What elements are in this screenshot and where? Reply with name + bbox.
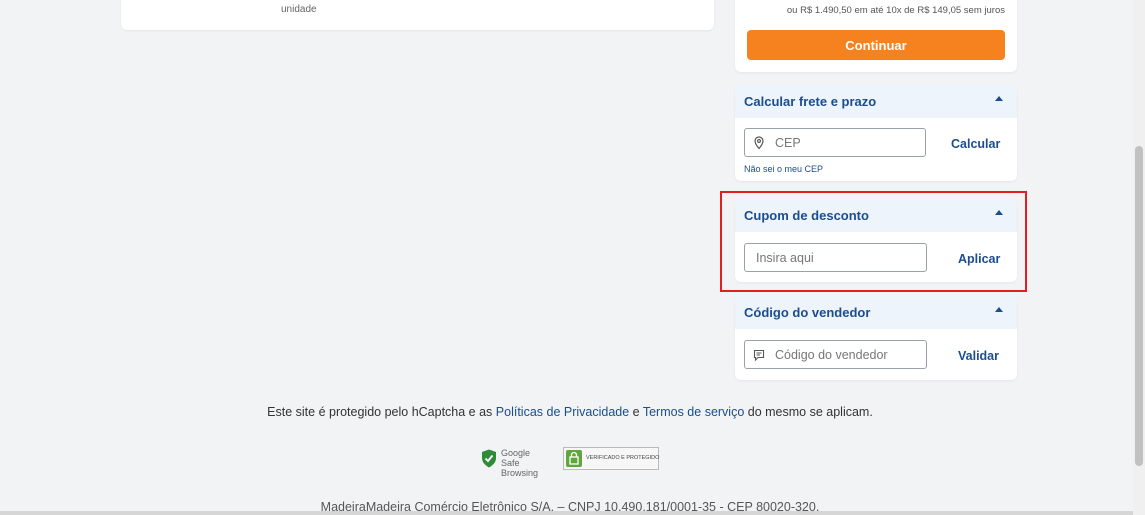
cep-input[interactable] bbox=[745, 129, 925, 156]
calculate-button[interactable]: Calcular bbox=[945, 136, 1006, 152]
seller-code-section-title: Código do vendedor bbox=[744, 305, 871, 320]
google-badge-line1: Google bbox=[501, 448, 531, 458]
captcha-prefix: Este site é protegido pelo hCaptcha e as bbox=[267, 405, 496, 419]
seller-code-field[interactable] bbox=[744, 340, 927, 369]
horizontal-scrollbar[interactable] bbox=[0, 511, 1133, 515]
captcha-conjunction: e bbox=[629, 405, 643, 419]
google-badge-text: Google Safe Browsing bbox=[501, 448, 559, 478]
unknown-cep-link[interactable]: Não sei o meu CEP bbox=[744, 164, 823, 174]
cep-field[interactable] bbox=[744, 128, 926, 157]
verified-badge-text: VERIFICADO E PROTEGIDO bbox=[586, 455, 660, 461]
scrollbar-thumb[interactable] bbox=[1135, 146, 1143, 466]
seller-code-section: Código do vendedor Validar bbox=[735, 295, 1017, 380]
verified-protected-badge[interactable]: VERIFICADO E PROTEGIDO bbox=[563, 447, 659, 470]
captcha-notice: Este site é protegido pelo hCaptcha e as… bbox=[0, 405, 1140, 419]
order-summary-card: ou R$ 1.490,50 em até 10x de R$ 149,05 s… bbox=[735, 0, 1017, 72]
lock-icon bbox=[566, 450, 582, 467]
captcha-suffix: do mesmo se aplicam. bbox=[744, 405, 873, 419]
location-pin-icon bbox=[754, 136, 764, 150]
chat-icon bbox=[753, 349, 765, 362]
validate-button[interactable]: Validar bbox=[952, 348, 1005, 364]
privacy-policy-link[interactable]: Políticas de Privacidade bbox=[496, 405, 629, 419]
shipping-section-title: Calcular frete e prazo bbox=[744, 94, 877, 109]
seller-code-input[interactable] bbox=[745, 341, 926, 368]
shipping-section-header[interactable]: Calcular frete e prazo bbox=[735, 84, 1017, 118]
vertical-scrollbar[interactable] bbox=[1133, 0, 1145, 515]
google-safe-browsing-badge[interactable]: Google Safe Browsing bbox=[479, 447, 559, 478]
google-badge-line2: Safe Browsing bbox=[501, 458, 539, 478]
coupon-highlight-box bbox=[720, 191, 1027, 292]
unit-label: unidade bbox=[281, 4, 317, 15]
continue-button[interactable]: Continuar bbox=[747, 30, 1005, 60]
shipping-section: Calcular frete e prazo Calcular Não sei … bbox=[735, 84, 1017, 181]
shield-icon bbox=[482, 449, 496, 468]
chevron-up-icon[interactable] bbox=[995, 96, 1003, 101]
product-card: unidade bbox=[121, 0, 714, 30]
seller-code-section-header[interactable]: Código do vendedor bbox=[735, 295, 1017, 329]
installments-text: ou R$ 1.490,50 em até 10x de R$ 149,05 s… bbox=[786, 5, 1005, 16]
terms-of-service-link[interactable]: Termos de serviço bbox=[643, 405, 744, 419]
chevron-up-icon[interactable] bbox=[995, 307, 1003, 312]
